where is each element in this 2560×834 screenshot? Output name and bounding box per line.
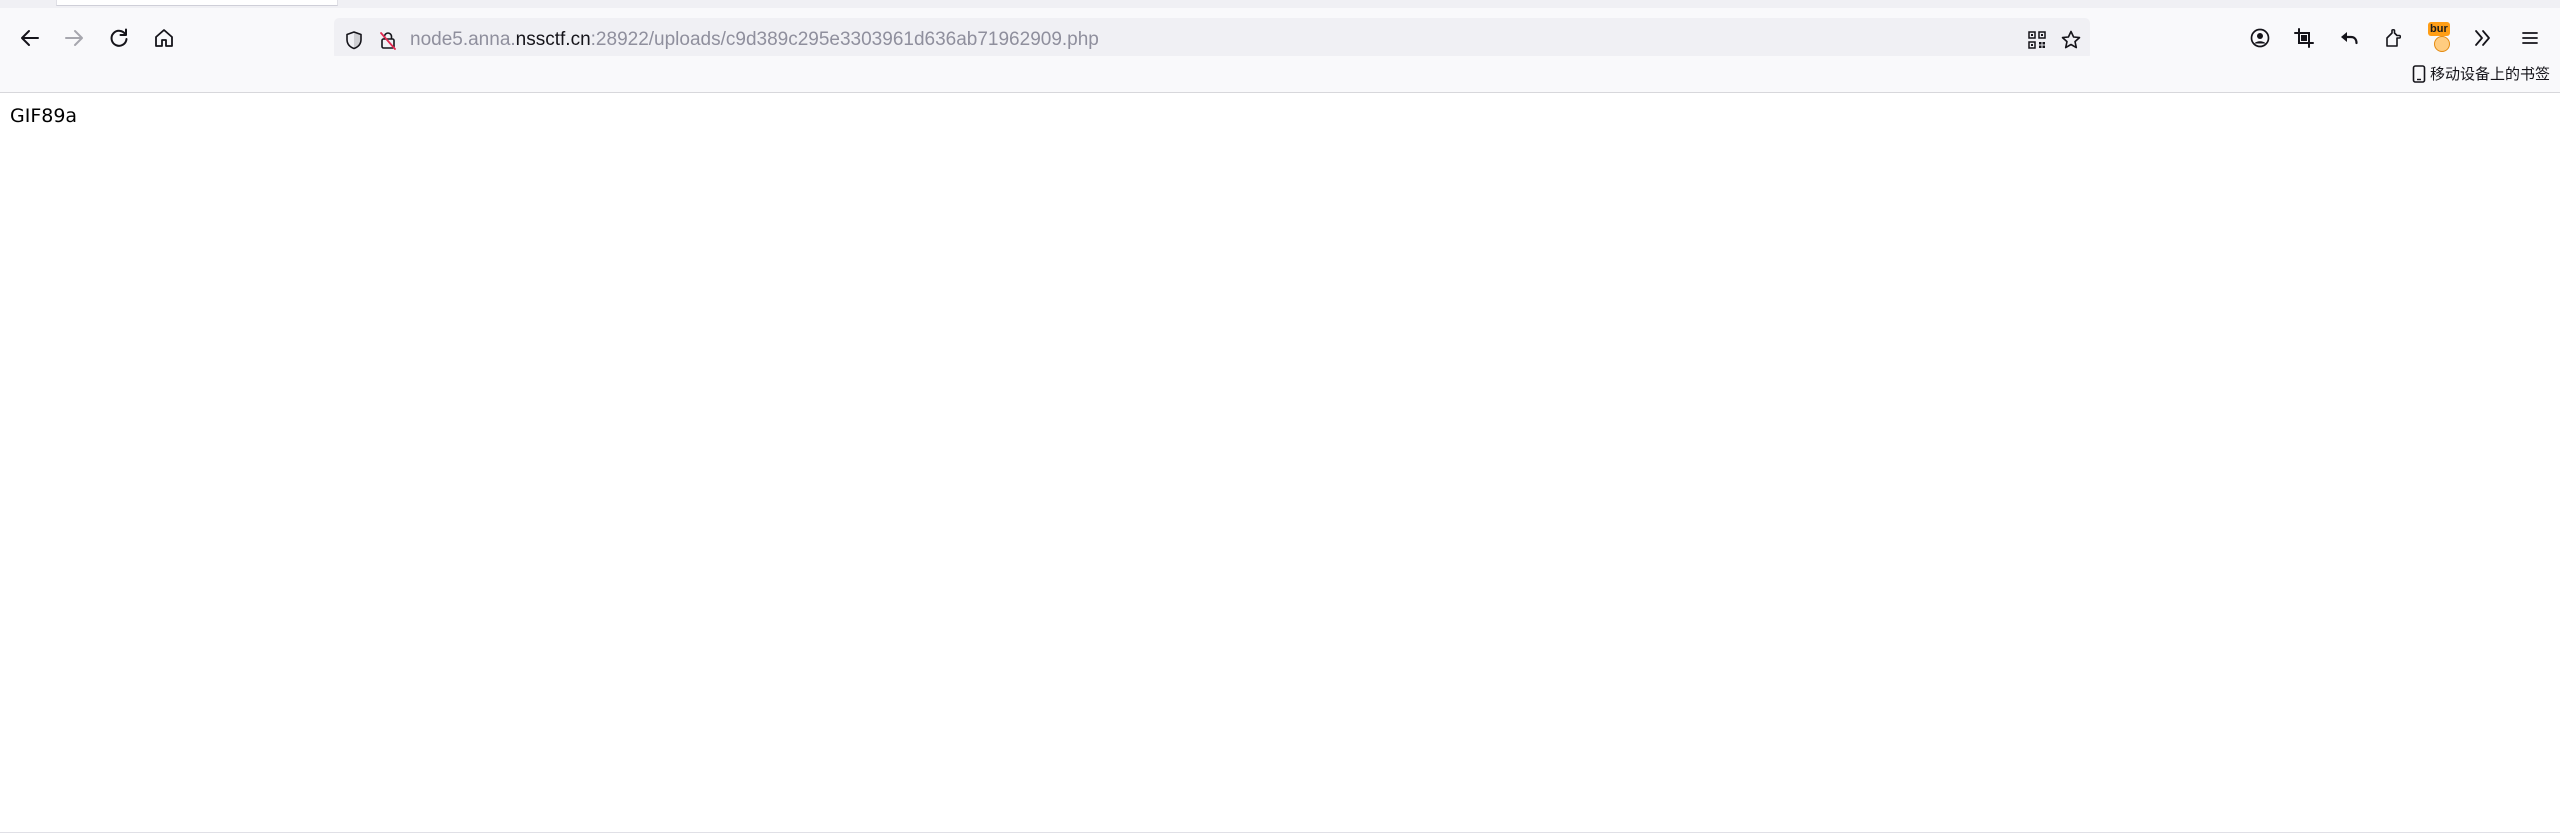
home-icon bbox=[155, 29, 173, 47]
mobile-device-icon bbox=[2412, 64, 2426, 83]
screenshot-button[interactable] bbox=[2286, 20, 2322, 56]
extensions-button[interactable] bbox=[2376, 20, 2412, 56]
url-path: :28922/uploads/c9d389c295e3303961d636ab7… bbox=[590, 29, 1099, 50]
overflow-button[interactable] bbox=[2465, 20, 2501, 56]
url-text[interactable]: node5.anna.nssctf.cn:28922/uploads/c9d38… bbox=[410, 29, 1099, 51]
window-bottom-border bbox=[0, 832, 2560, 833]
qr-code-icon bbox=[2028, 31, 2046, 49]
burp-icon bbox=[2434, 36, 2450, 52]
tracking-protection-button[interactable] bbox=[342, 28, 366, 52]
reload-button[interactable] bbox=[99, 18, 139, 58]
mobile-bookmarks-label: 移动设备上的书签 bbox=[2429, 65, 2550, 83]
mobile-bookmarks-folder[interactable]: 移动设备上的书签 bbox=[2412, 63, 2550, 84]
back-button[interactable] bbox=[10, 18, 50, 58]
qr-code-button[interactable] bbox=[2024, 27, 2050, 53]
browser-window: node5.anna.nssctf.cn:28922/uploads/c9d38… bbox=[0, 0, 2560, 834]
nav-toolbar: node5.anna.nssctf.cn:28922/uploads/c9d38… bbox=[0, 8, 2560, 60]
bookmarks-toolbar: 移动设备上的书签 bbox=[0, 56, 2560, 93]
insecure-lock-icon bbox=[380, 32, 396, 50]
site-security-button[interactable] bbox=[376, 28, 400, 52]
puzzle-icon bbox=[2386, 28, 2402, 47]
account-button[interactable] bbox=[2242, 20, 2278, 56]
burp-extension-button[interactable]: bur bbox=[2426, 20, 2456, 56]
home-button[interactable] bbox=[144, 18, 184, 58]
url-host-prefix: node5.anna. bbox=[410, 29, 516, 50]
url-bar[interactable]: node5.anna.nssctf.cn:28922/uploads/c9d38… bbox=[334, 18, 2090, 60]
forward-arrow-icon bbox=[65, 30, 83, 46]
app-menu-button[interactable] bbox=[2512, 20, 2548, 56]
url-host-domain: nssctf.cn bbox=[515, 29, 591, 50]
hamburger-menu-icon bbox=[2522, 32, 2538, 44]
undo-button[interactable] bbox=[2331, 20, 2367, 56]
shield-icon bbox=[346, 31, 362, 50]
forward-button[interactable] bbox=[54, 18, 94, 58]
page-body-text: GIF89a bbox=[10, 105, 78, 127]
reload-icon bbox=[110, 28, 128, 47]
active-tab[interactable] bbox=[56, 0, 338, 6]
burp-label: bur bbox=[2428, 22, 2450, 36]
bookmark-star-button[interactable] bbox=[2058, 27, 2084, 53]
undo-arrow-icon bbox=[2341, 32, 2358, 45]
page-content: GIF89a bbox=[0, 93, 2560, 833]
star-icon bbox=[2061, 30, 2081, 49]
account-icon bbox=[2250, 28, 2270, 48]
crop-icon bbox=[2294, 28, 2314, 48]
tab-strip bbox=[0, 0, 2560, 8]
double-chevron-icon bbox=[2475, 30, 2490, 46]
back-arrow-icon bbox=[21, 30, 39, 46]
